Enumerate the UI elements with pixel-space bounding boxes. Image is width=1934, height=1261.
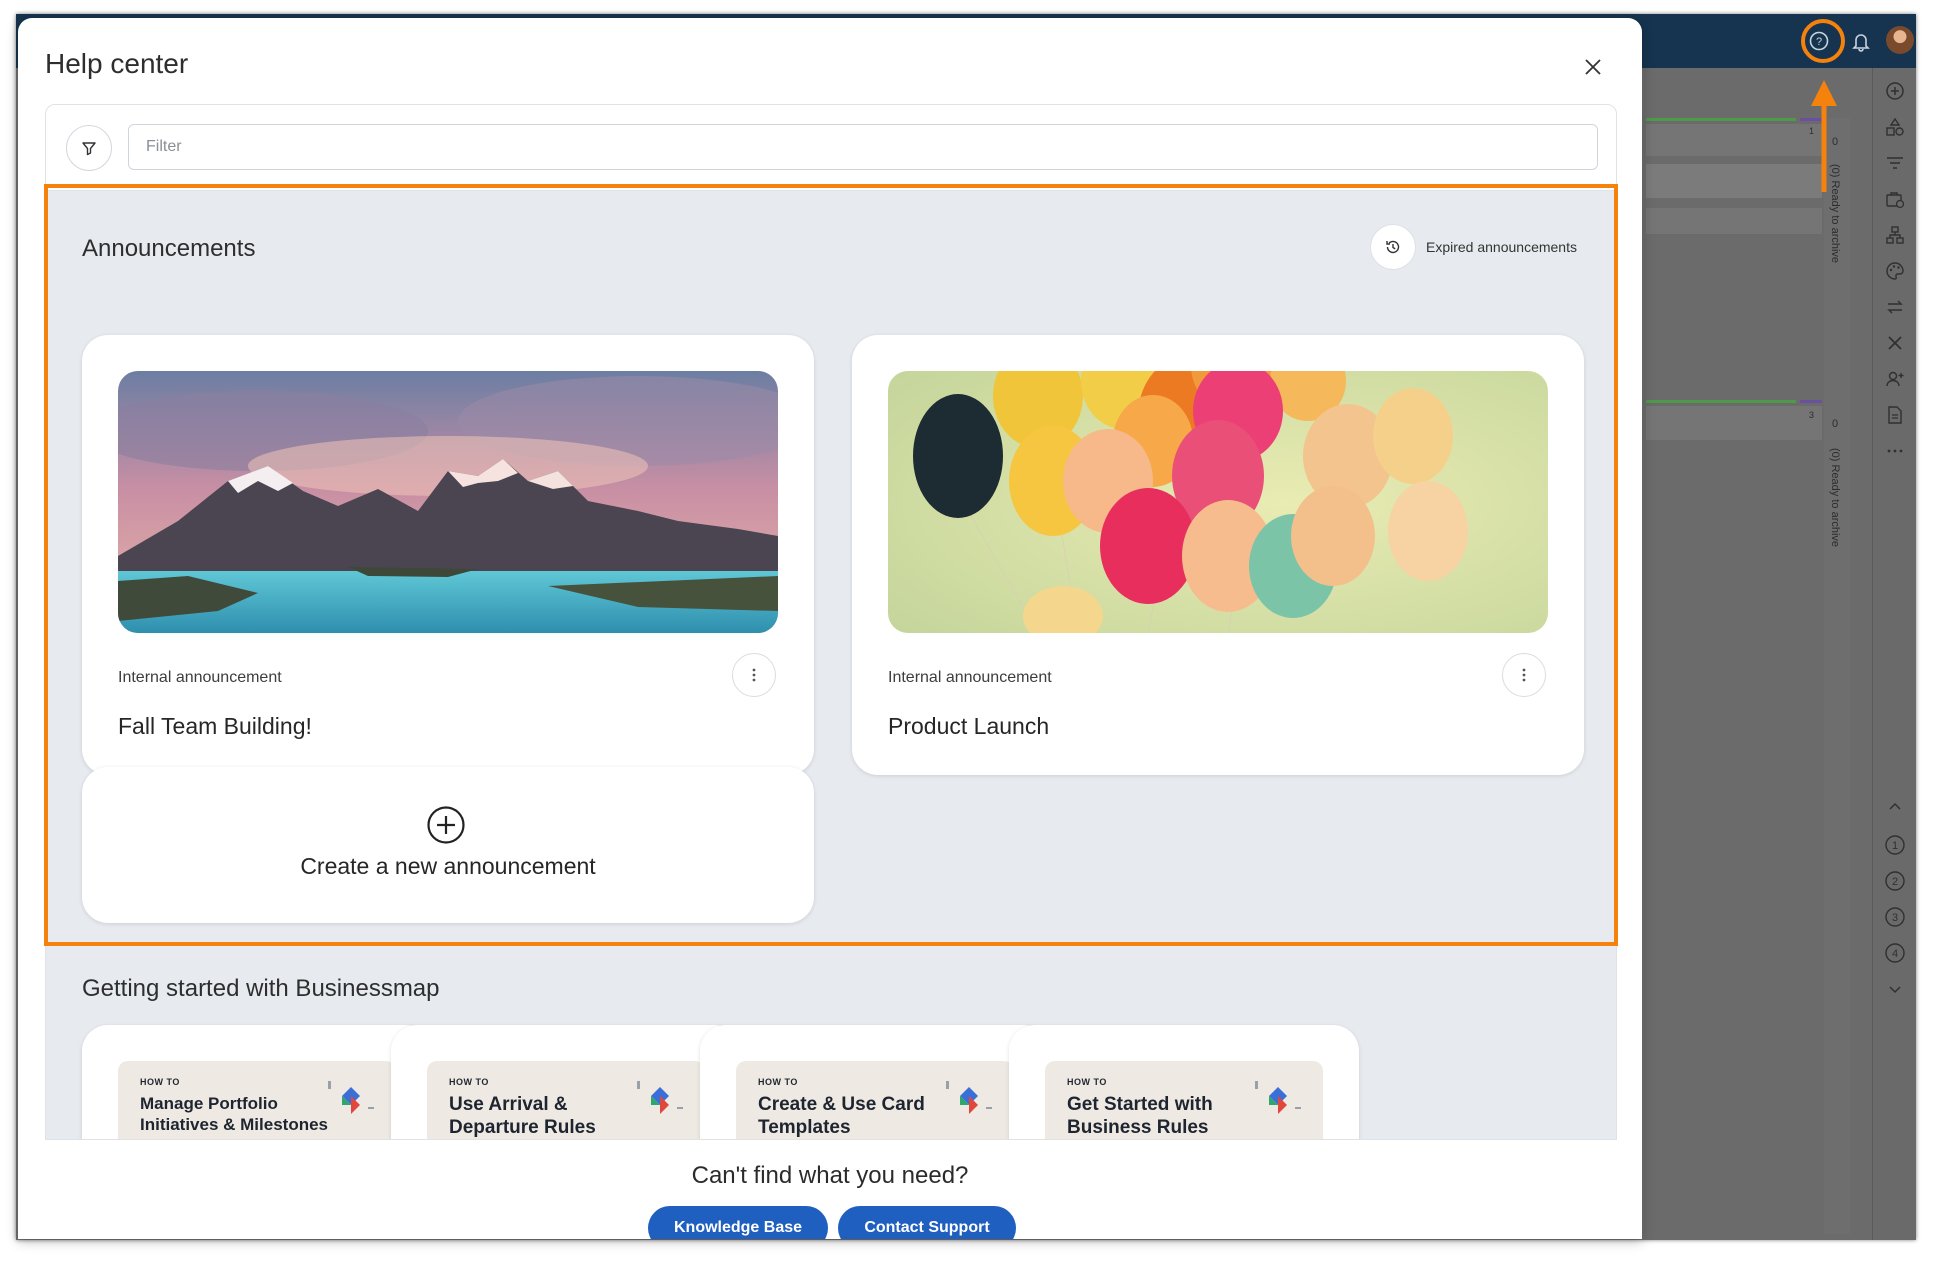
swap-arrows-icon[interactable]	[1880, 292, 1910, 322]
footer-question: Can't find what you need?	[691, 1162, 969, 1189]
announcement-card[interactable]: Internal announcement Fall Team Building…	[82, 335, 814, 775]
step-2-icon[interactable]: 2	[1880, 866, 1910, 896]
hierarchy-icon[interactable]	[1880, 220, 1910, 250]
expired-announcements-button[interactable]: Expired announcements	[1370, 224, 1577, 270]
swimlane-row	[1646, 208, 1822, 234]
tutorial-tag: HOW TO	[1067, 1077, 1107, 1087]
announcement-title: Fall Team Building!	[118, 713, 312, 739]
swimlane-row	[1646, 406, 1822, 440]
lane-divider	[1646, 400, 1796, 403]
tutorial-thumbnail: HOW TO Manage Portfolio Initiatives & Mi…	[118, 1061, 396, 1139]
lane-divider	[1646, 118, 1796, 121]
more-vertical-icon	[752, 668, 756, 682]
help-center-modal: Help center Announcements Expired announ…	[18, 18, 1642, 1239]
businessmap-logo-icon	[328, 1081, 374, 1114]
modal-title: Help center	[45, 48, 189, 79]
tutorial-thumbnail: HOW TO Create & Use Card Templates	[736, 1061, 1014, 1139]
bell-icon[interactable]	[1846, 26, 1876, 56]
filter-lines-icon[interactable]	[1880, 148, 1910, 178]
step-1-icon[interactable]: 1	[1880, 830, 1910, 860]
swimlane-row	[1646, 124, 1822, 156]
businessmap-logo-icon	[946, 1081, 992, 1114]
board-columns: 1 0 (0) Ready to archive 3 0 (0) Ready t…	[1644, 68, 1872, 1240]
tutorial-title: Manage Portfolio Initiatives & Milestone…	[140, 1094, 328, 1139]
user-avatar[interactable]	[1886, 26, 1914, 54]
lane-divider	[1800, 400, 1822, 403]
businessmap-logo-icon	[637, 1081, 683, 1114]
chevron-down-icon[interactable]	[1880, 974, 1910, 1004]
knowledge-base-button[interactable]: Knowledge Base	[648, 1206, 828, 1239]
tutorial-tag: HOW TO	[449, 1077, 489, 1087]
tutorial-title: Use Arrival & Departure Rules	[449, 1094, 596, 1138]
announcements-title: Announcements	[82, 235, 256, 262]
plus-circle-icon	[427, 806, 465, 844]
tutorial-tag: HOW TO	[140, 1077, 180, 1087]
document-icon[interactable]	[1880, 400, 1910, 430]
announcement-image-mountains	[118, 371, 778, 633]
column-count: 0	[1832, 418, 1839, 430]
swimlane-row	[1646, 164, 1822, 198]
announcement-image-balloons	[888, 371, 1548, 633]
announcement-type: Internal announcement	[888, 669, 1052, 686]
more-horizontal-icon[interactable]	[1880, 436, 1910, 466]
briefcase-clock-icon[interactable]	[1880, 184, 1910, 214]
shapes-icon[interactable]	[1880, 112, 1910, 142]
help-icon-highlight	[1801, 19, 1845, 63]
close-icon	[1585, 59, 1601, 75]
svg-text:1: 1	[1892, 840, 1898, 852]
announcement-type: Internal announcement	[118, 669, 282, 686]
tutorial-card[interactable]: HOW TO Get Started with Business Rules	[1009, 1025, 1359, 1139]
tools-icon[interactable]	[1880, 328, 1910, 358]
svg-text:3: 3	[1892, 912, 1898, 924]
tutorial-card[interactable]: HOW TO Manage Portfolio Initiatives & Mi…	[82, 1025, 432, 1139]
svg-text:2: 2	[1892, 876, 1898, 888]
tutorial-tag: HOW TO	[758, 1077, 798, 1087]
tutorial-title: Create & Use Card Templates	[758, 1094, 925, 1138]
filter-icon	[82, 142, 96, 156]
palette-icon[interactable]	[1880, 256, 1910, 286]
help-footer: Can't find what you need? Knowledge Base…	[18, 1140, 1642, 1239]
businessmap-logo-icon	[1255, 1081, 1301, 1114]
add-user-icon[interactable]	[1880, 364, 1910, 394]
create-announcement-label: Create a new announcement	[300, 853, 596, 879]
create-announcement-button[interactable]: Create a new announcement	[82, 767, 814, 923]
expired-announcements-label: Expired announcements	[1426, 239, 1577, 255]
plus-circle-icon[interactable]	[1880, 76, 1910, 106]
more-vertical-icon	[1522, 668, 1526, 682]
more-options-button[interactable]	[1502, 653, 1546, 697]
step-3-icon[interactable]: 3	[1880, 902, 1910, 932]
announcements-section: Announcements Expired announcements Inte…	[46, 189, 1616, 949]
right-toolbar: 1 2 3 4	[1872, 68, 1916, 1240]
filter-bar	[46, 105, 1616, 191]
contact-support-button[interactable]: Contact Support	[838, 1206, 1016, 1239]
tutorial-title: Get Started with Business Rules	[1067, 1094, 1213, 1138]
getting-started-title: Getting started with Businessmap	[82, 975, 440, 1002]
filter-input[interactable]	[128, 124, 1598, 170]
announcement-title: Product Launch	[888, 713, 1050, 739]
svg-text:4: 4	[1892, 948, 1898, 960]
close-button[interactable]	[1578, 52, 1608, 82]
tutorial-thumbnail: HOW TO Use Arrival & Departure Rules	[427, 1061, 705, 1139]
help-center-content: Announcements Expired announcements	[45, 104, 1617, 1140]
wip-count: 3	[1809, 410, 1815, 420]
more-options-button[interactable]	[732, 653, 776, 697]
announcement-card[interactable]: Internal announcement Product Launch	[852, 335, 1584, 775]
tutorial-thumbnail: HOW TO Get Started with Business Rules	[1045, 1061, 1323, 1139]
tutorial-card[interactable]: HOW TO Use Arrival & Departure Rules	[391, 1025, 741, 1139]
chevron-up-icon[interactable]	[1880, 792, 1910, 822]
history-icon	[1370, 224, 1416, 270]
step-4-icon[interactable]: 4	[1880, 938, 1910, 968]
column-label: (0) Ready to archive	[1829, 448, 1841, 548]
annotation-arrow	[1811, 80, 1837, 192]
filter-button[interactable]	[66, 125, 112, 171]
tutorial-card[interactable]: HOW TO Create & Use Card Templates	[700, 1025, 1050, 1139]
